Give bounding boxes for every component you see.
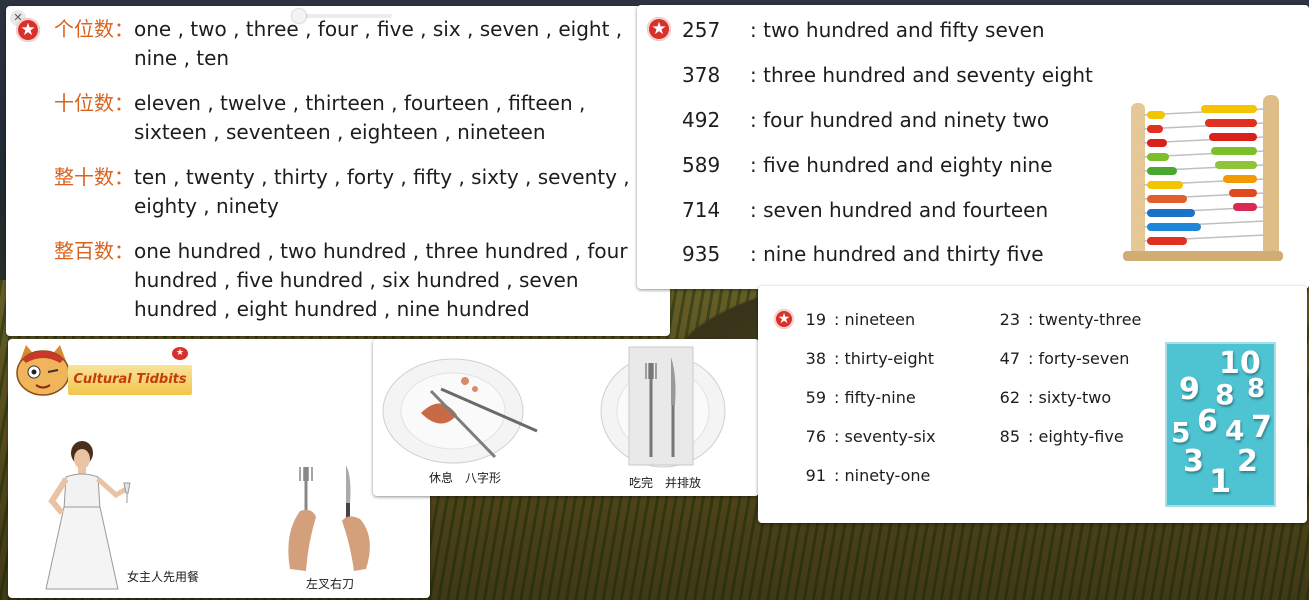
number-word: : three hundred and seventy eight <box>750 63 1093 87</box>
star-icon: ★ <box>774 309 794 329</box>
list-item: 85 : eighty-five <box>992 427 1124 446</box>
caption-hostess: 女主人先用餐 <box>127 570 200 584</box>
hostess-illustration <box>45 441 131 590</box>
hundreds-panel: ★ 257 : two hundred and fifty seven 378 … <box>637 5 1309 289</box>
category-label: 整百数： <box>54 239 134 263</box>
number: 19 <box>805 310 826 329</box>
number-word: : nineteen <box>834 310 916 329</box>
category-label: 个位数： <box>54 17 134 41</box>
list-item: 91 : ninety-one <box>798 466 931 485</box>
number: 59 <box>805 388 826 407</box>
number: 935 <box>682 242 721 266</box>
list-item: 76 : seventy-six <box>798 427 936 446</box>
cultural-tidbits-panel: Cultural Tidbits ★ 女主人先用餐 左叉右刀 <box>8 339 430 598</box>
number: 62 <box>999 388 1020 407</box>
number: 589 <box>682 153 721 177</box>
category-text: one , two , three , four , five , six , … <box>134 17 623 70</box>
list-item: 62 : sixty-two <box>992 388 1111 407</box>
list-item: 935 : nine hundred and thirty five <box>682 242 1044 266</box>
number-word: : ninety-one <box>834 466 931 485</box>
category-row: 整百数： one hundred , two hundred , three h… <box>6 237 644 324</box>
number: 91 <box>805 466 826 485</box>
list-item: 23 : twenty-three <box>992 310 1142 329</box>
fork-knife-hands-illustration <box>288 465 370 571</box>
number-word: : fifty-nine <box>834 388 916 407</box>
number-word: : seventy-six <box>834 427 936 446</box>
plate-finished-illustration <box>600 346 726 468</box>
number-word: : thirty-eight <box>834 349 935 368</box>
list-item: 257 : two hundred and fifty seven <box>682 18 1045 42</box>
category-row: 个位数： one , two , three , four , five , s… <box>6 15 644 73</box>
number: 492 <box>682 108 721 132</box>
number: 76 <box>805 427 826 446</box>
abacus-image <box>1123 95 1283 261</box>
number: 378 <box>682 63 721 87</box>
list-item: 59 : fifty-nine <box>798 388 916 407</box>
number: 38 <box>805 349 826 368</box>
list-item: 19 : nineteen <box>798 310 916 329</box>
list-item: 378 : three hundred and seventy eight <box>682 63 1093 87</box>
list-item: 38 : thirty-eight <box>798 349 934 368</box>
number-word: : two hundred and fifty seven <box>750 18 1045 42</box>
number-word: : eighty-five <box>1028 427 1124 446</box>
list-item: 589 : five hundred and eighty nine <box>682 153 1053 177</box>
number-word: : four hundred and ninety two <box>750 108 1050 132</box>
category-text: one hundred , two hundred , three hundre… <box>134 239 628 321</box>
list-item: 47 : forty-seven <box>992 349 1130 368</box>
category-text: eleven , twelve , thirteen , fourteen , … <box>134 91 586 144</box>
numbers-3d-image: 10 9 8 8 6 5 4 7 3 2 1 <box>1165 342 1276 507</box>
number-word: : nine hundred and thirty five <box>750 242 1044 266</box>
number-word: : forty-seven <box>1028 349 1130 368</box>
list-item: 714 : seven hundred and fourteen <box>682 198 1048 222</box>
number: 85 <box>999 427 1020 446</box>
number-categories-panel: ✕ ★ 个位数： one , two , three , four , five… <box>6 6 670 336</box>
number: 257 <box>682 18 721 42</box>
star-icon: ★ <box>647 17 671 41</box>
caption-done: 吃完 并排放 <box>629 476 702 490</box>
category-label: 十位数： <box>54 91 134 115</box>
cultural-tidbits-banner: Cultural Tidbits <box>68 365 192 395</box>
number-word: : sixty-two <box>1028 388 1112 407</box>
number-word: : twenty-three <box>1028 310 1142 329</box>
number: 47 <box>999 349 1020 368</box>
list-item: 492 : four hundred and ninety two <box>682 108 1049 132</box>
number: 23 <box>999 310 1020 329</box>
speech-bubble-icon: ★ <box>172 347 188 360</box>
number: 714 <box>682 198 721 222</box>
plate-etiquette-panel: 休息 八字形 吃完 并排放 <box>373 339 759 496</box>
cartoon-cat-icon <box>16 345 70 396</box>
caption-fork-knife: 左叉右刀 <box>306 577 355 591</box>
category-row: 十位数： eleven , twelve , thirteen , fourte… <box>6 89 644 147</box>
tens-panel: ★ 19 : nineteen 23 : twenty-three 38 : t… <box>758 286 1307 523</box>
number-word: : seven hundred and fourteen <box>750 198 1049 222</box>
category-row: 整十数： ten , twenty , thirty , forty , fif… <box>6 163 644 221</box>
category-text: ten , twenty , thirty , forty , fifty , … <box>134 165 630 218</box>
caption-rest: 休息 八字形 <box>429 471 502 485</box>
plate-resting-illustration <box>382 358 538 464</box>
number-word: : five hundred and eighty nine <box>750 153 1053 177</box>
category-label: 整十数： <box>54 165 134 189</box>
